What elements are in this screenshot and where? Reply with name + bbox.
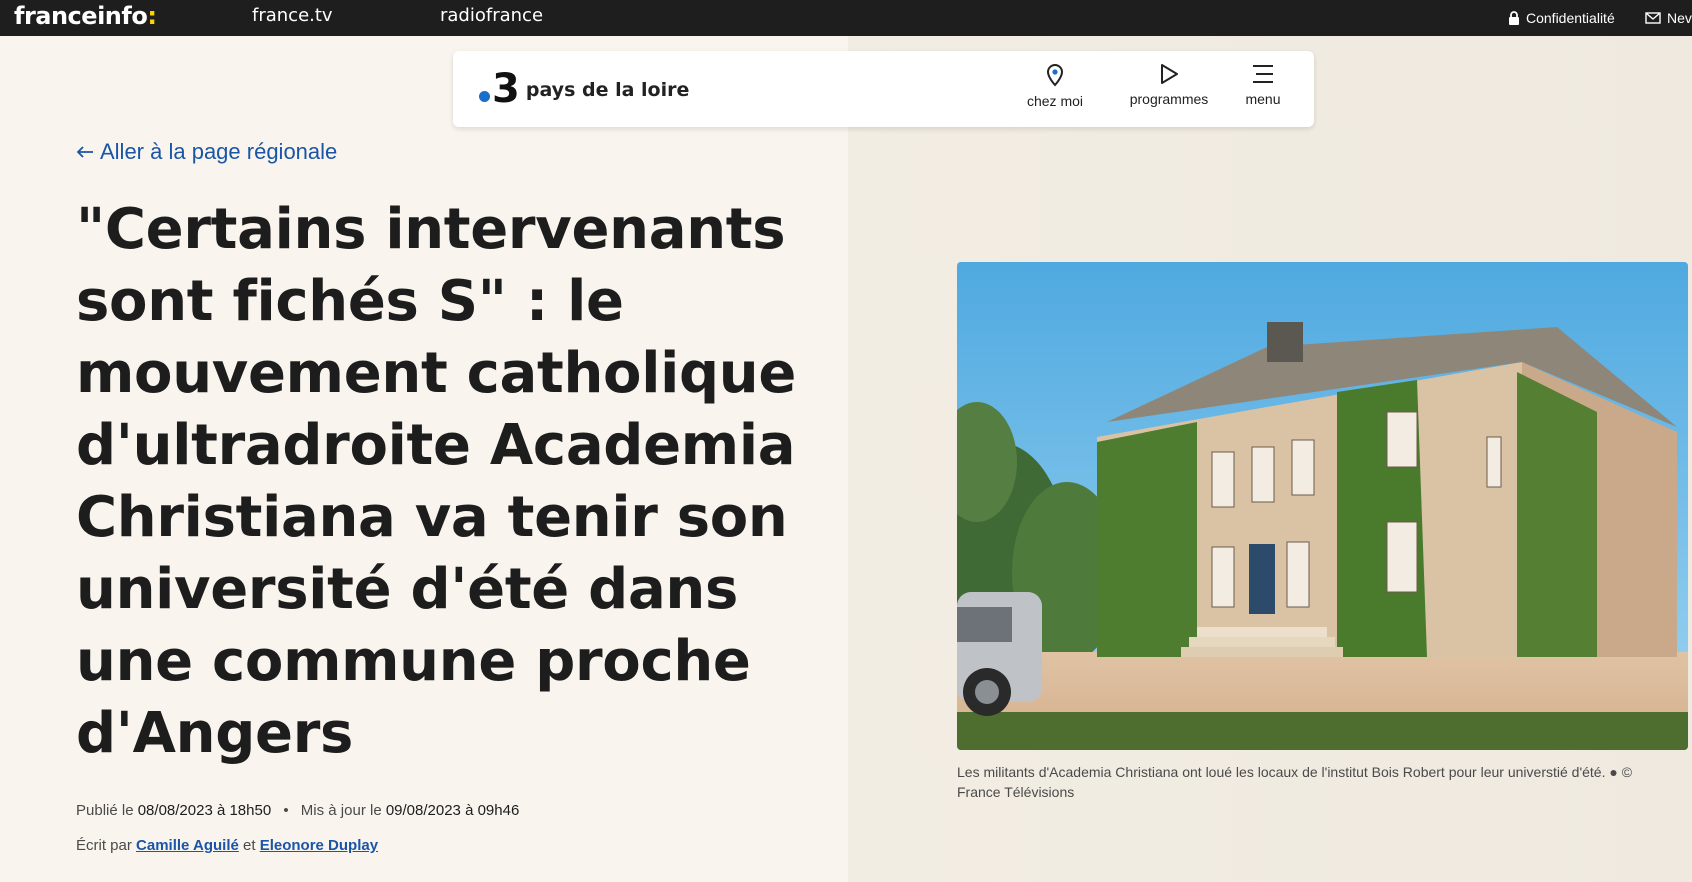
brand-text: franceinfo: [14, 2, 148, 30]
logo-dot: [479, 90, 490, 102]
lock-icon: [1509, 11, 1519, 25]
region-name: pays de la loire: [525, 79, 690, 101]
meta-separator: •: [283, 802, 289, 819]
article-title: "Certains intervenants sont fichés S" : …: [76, 197, 797, 766]
logo-number: 3: [492, 66, 520, 112]
written-by-label: Écrit par: [76, 837, 132, 854]
published-prefix: Publié le: [76, 802, 134, 819]
published-date: 08/08/2023 à 18h50: [137, 802, 272, 819]
and-label: et: [243, 837, 256, 854]
radiofrance-link[interactable]: radiofrance: [440, 0, 543, 36]
regional-header-card: 3 pays de la loire chez moi programmes m…: [453, 51, 1314, 127]
building-photo-illustration: [957, 262, 1688, 750]
top-navigation-bar: franceinfo: france.tv radiofrance Confid…: [0, 0, 1692, 36]
menu-button[interactable]: menu: [1235, 63, 1291, 119]
home-label: chez moi: [1026, 93, 1084, 109]
arrow-left-icon: [76, 146, 93, 158]
location-pin-icon: [1046, 64, 1064, 87]
franceinfo-logo[interactable]: franceinfo:: [14, 0, 157, 36]
home-region-button[interactable]: chez moi: [1019, 63, 1091, 119]
mail-icon: [1645, 12, 1661, 24]
updated-date: 09/08/2023 à 09h46: [385, 802, 520, 819]
hamburger-icon: [1253, 65, 1273, 83]
updated-prefix: Mis à jour le: [300, 802, 382, 819]
play-icon: [1161, 64, 1178, 84]
photo-caption: Les militants d'Academia Christiana ont …: [957, 764, 1633, 800]
francetv-link[interactable]: france.tv: [252, 0, 333, 36]
programs-label: programmes: [1129, 91, 1209, 107]
brand-colon: :: [147, 2, 157, 30]
article-authors: Écrit par Camille Aguilé et Eleonore Dup…: [76, 837, 378, 854]
author-link-2[interactable]: Eleonore Duplay: [260, 837, 378, 854]
back-to-region-link[interactable]: Aller à la page régionale: [76, 137, 337, 167]
back-link-label: Aller à la page régionale: [100, 139, 338, 164]
france3-region-logo[interactable]: 3 pays de la loire: [479, 67, 689, 111]
privacy-label: Confidentialité: [1526, 10, 1615, 26]
article-dates: Publié le 08/08/2023 à 18h50 • Mis à jou…: [76, 802, 519, 819]
privacy-link[interactable]: Confidentialité: [1508, 0, 1615, 36]
author-link-1[interactable]: Camille Aguilé: [136, 837, 239, 854]
programs-button[interactable]: programmes: [1121, 63, 1217, 119]
newsletter-link[interactable]: Nev: [1645, 0, 1692, 36]
newsletter-label: Nev: [1667, 10, 1692, 26]
article-photo[interactable]: [957, 262, 1688, 750]
menu-label: menu: [1245, 91, 1281, 107]
